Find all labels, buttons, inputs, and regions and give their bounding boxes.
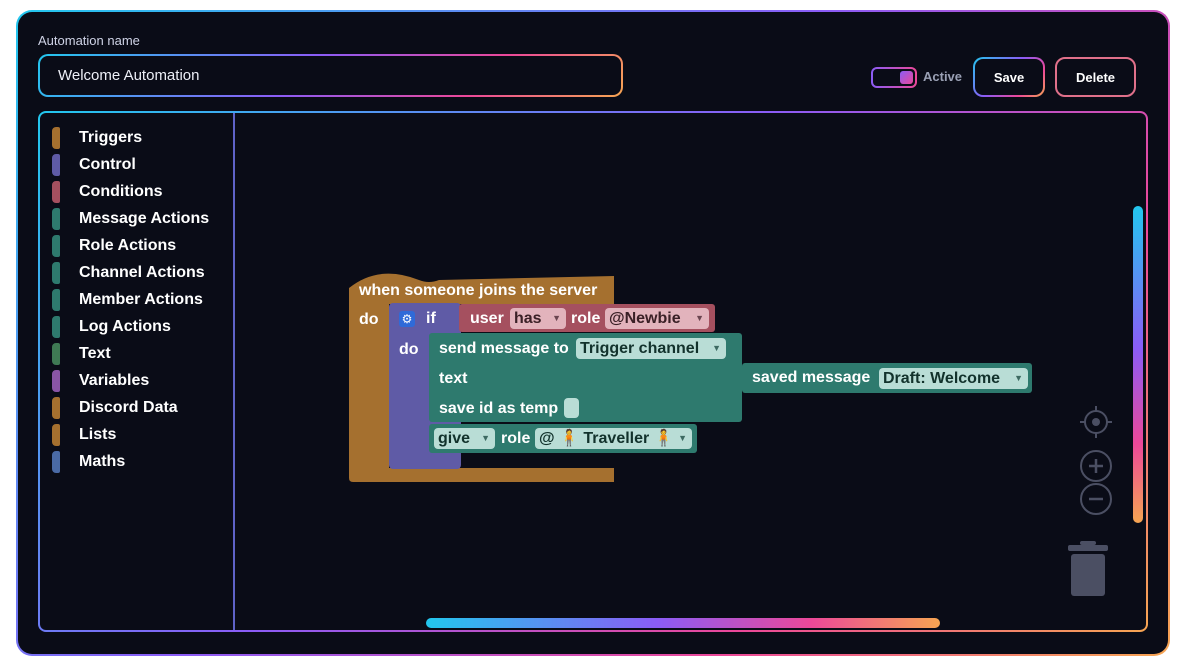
category-color-swatch <box>52 208 60 230</box>
saved-message-block[interactable]: saved message Draft: Welcome ▼ <box>742 363 1032 393</box>
channel-dropdown[interactable]: Trigger channel ▼ <box>576 338 726 359</box>
toolbox-category-lists[interactable]: Lists <box>52 424 116 446</box>
chevron-down-icon: ▼ <box>1014 373 1023 383</box>
category-color-swatch <box>52 424 60 446</box>
category-color-swatch <box>52 343 60 365</box>
trash-icon[interactable] <box>1066 541 1110 597</box>
category-label: Variables <box>79 372 150 389</box>
toolbox-category-maths[interactable]: Maths <box>52 451 125 473</box>
toolbox-category-variables[interactable]: Variables <box>52 370 149 392</box>
toolbox-category-role-actions[interactable]: Role Actions <box>52 235 176 257</box>
give-role-dropdown[interactable]: @ 🧍 Traveller 🧍 ▼ <box>535 428 692 449</box>
toolbox-category-discord-data[interactable]: Discord Data <box>52 397 178 419</box>
toolbox-category-text[interactable]: Text <box>52 343 111 365</box>
condition-user-label: user <box>470 310 504 327</box>
toolbox-category-channel-actions[interactable]: Channel Actions <box>52 262 205 284</box>
toolbox: Triggers Control Conditions Message Actions… <box>40 113 235 630</box>
save-id-label: save id as temp <box>439 400 559 417</box>
category-label: Text <box>79 345 111 362</box>
gear-icon[interactable]: ⚙ <box>399 311 415 327</box>
chevron-down-icon: ▼ <box>552 313 561 323</box>
chevron-down-icon: ▼ <box>712 343 721 353</box>
category-color-swatch <box>52 127 60 149</box>
category-color-swatch <box>52 262 60 284</box>
toolbox-category-log-actions[interactable]: Log Actions <box>52 316 171 338</box>
category-color-swatch <box>52 181 60 203</box>
category-color-swatch <box>52 235 60 257</box>
vertical-scrollbar[interactable] <box>1133 206 1143 523</box>
category-label: Discord Data <box>79 399 178 416</box>
blockly-workspace[interactable]: Triggers Control Conditions Message Actions… <box>38 111 1148 632</box>
automation-name-input[interactable] <box>58 56 598 95</box>
saved-message-label: saved message <box>752 369 871 386</box>
automation-name-label: Automation name <box>38 33 140 48</box>
save-button[interactable]: Save <box>973 57 1045 97</box>
send-message-block[interactable]: send message to Trigger channel ▼ text sa… <box>429 333 742 422</box>
condition-has-value: has <box>514 310 542 327</box>
toolbox-category-message-actions[interactable]: Message Actions <box>52 208 209 230</box>
temp-variable-slot[interactable] <box>564 398 579 418</box>
category-label: Log Actions <box>79 318 171 335</box>
toolbox-category-control[interactable]: Control <box>52 154 136 176</box>
active-toggle[interactable] <box>871 67 917 88</box>
delete-button[interactable]: Delete <box>1055 57 1136 97</box>
automation-name-field[interactable] <box>38 54 623 97</box>
condition-block[interactable]: user has ▼ role @Newbie ▼ <box>459 304 715 332</box>
category-color-swatch <box>52 154 60 176</box>
trigger-title: when someone joins the server <box>359 282 598 299</box>
give-role-value: @ 🧍 Traveller 🧍 <box>539 430 674 447</box>
zoom-in-icon[interactable] <box>1080 450 1112 482</box>
zoom-out-icon[interactable] <box>1080 483 1112 515</box>
chevron-down-icon: ▼ <box>481 433 490 443</box>
saved-message-value: Draft: Welcome <box>883 370 1001 387</box>
send-message-text-label: text <box>439 370 468 387</box>
give-role-block[interactable]: give ▼ role @ 🧍 Traveller 🧍 ▼ <box>429 424 697 453</box>
category-label: Conditions <box>79 183 163 200</box>
trigger-do-label: do <box>359 311 379 328</box>
toolbox-category-conditions[interactable]: Conditions <box>52 181 163 203</box>
category-label: Message Actions <box>79 210 210 227</box>
channel-value: Trigger channel <box>580 340 700 357</box>
condition-role-value: @Newbie <box>609 310 681 327</box>
category-label: Member Actions <box>79 291 203 308</box>
chevron-down-icon: ▼ <box>695 313 704 323</box>
category-color-swatch <box>52 397 60 419</box>
condition-has-dropdown[interactable]: has ▼ <box>510 308 566 329</box>
give-dropdown[interactable]: give ▼ <box>434 428 495 449</box>
horizontal-scrollbar[interactable] <box>426 618 940 628</box>
active-label: Active <box>923 69 963 84</box>
category-color-swatch <box>52 451 60 473</box>
condition-role-dropdown[interactable]: @Newbie ▼ <box>605 308 709 329</box>
toolbox-category-member-actions[interactable]: Member Actions <box>52 289 203 311</box>
active-toggle-knob <box>900 71 913 84</box>
category-color-swatch <box>52 289 60 311</box>
send-message-label: send message to <box>439 340 569 357</box>
category-color-swatch <box>52 370 60 392</box>
condition-role-label: role <box>571 310 601 327</box>
toolbox-category-triggers[interactable]: Triggers <box>52 127 142 149</box>
crosshair-icon[interactable] <box>1080 406 1112 438</box>
give-value: give <box>438 430 471 447</box>
category-label: Triggers <box>79 129 143 146</box>
category-label: Control <box>79 156 136 173</box>
category-label: Channel Actions <box>79 264 205 281</box>
if-do-label: do <box>399 341 419 358</box>
chevron-down-icon: ▼ <box>678 433 687 443</box>
category-label: Role Actions <box>79 237 177 254</box>
category-label: Lists <box>79 426 117 443</box>
saved-message-dropdown[interactable]: Draft: Welcome ▼ <box>879 368 1028 389</box>
category-label: Maths <box>79 453 126 470</box>
if-label: if <box>426 310 436 327</box>
give-role-label: role <box>501 430 531 447</box>
category-color-swatch <box>52 316 60 338</box>
